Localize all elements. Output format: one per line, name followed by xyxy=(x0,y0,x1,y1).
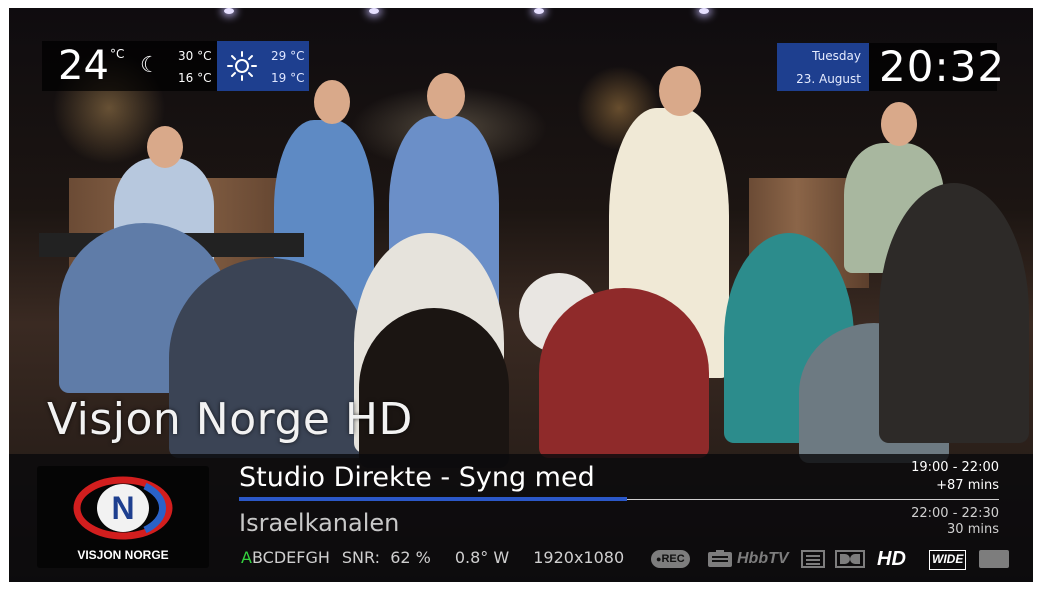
rec-icon: ●REC xyxy=(651,550,690,568)
audience-member xyxy=(539,288,709,458)
clock-widget: 20:32 xyxy=(869,43,1004,91)
tonight-low: 16 °C xyxy=(178,71,212,85)
current-program-remaining: +87 mins xyxy=(936,478,999,493)
tonight-high: 30 °C xyxy=(178,49,212,63)
sun-icon xyxy=(227,51,257,81)
snr-value: 62 % xyxy=(390,548,431,567)
audience-member xyxy=(879,183,1029,443)
resolution: 1920x1080 xyxy=(533,548,625,567)
moon-icon: ☾ xyxy=(140,53,160,78)
day-low: 19 °C xyxy=(271,71,305,85)
channel-logo: N VISJON NORGE xyxy=(37,466,209,568)
info-bar: N VISJON NORGE Studio Direkte - Syng med… xyxy=(9,454,1033,582)
dolby-icon xyxy=(835,550,865,568)
stage-light xyxy=(369,8,379,14)
weekday: Tuesday xyxy=(812,49,861,63)
date: 23. August xyxy=(796,72,861,86)
date-widget: Tuesday 23. August xyxy=(777,43,869,91)
ci-slots: BCDEFGH xyxy=(251,548,330,567)
current-temperature: 24 xyxy=(58,43,109,89)
subtitles-icon xyxy=(801,550,825,568)
day-high: 29 °C xyxy=(271,49,305,63)
musician-head xyxy=(147,126,183,168)
signal-status: ABCDEFGH SNR: 62 % 0.8° W 1920x1080 xyxy=(241,548,624,567)
current-program-time: 19:00 - 22:00 xyxy=(911,460,999,475)
stage-light xyxy=(534,8,544,14)
snr-label: SNR: xyxy=(341,548,381,567)
widescreen-icon: WIDE xyxy=(929,550,967,570)
aspect-icon xyxy=(979,550,1009,568)
stage-light xyxy=(224,8,234,14)
weather-widget: 24 °C ☾ 30 °C 16 °C 29 °C 19 °C xyxy=(42,41,309,91)
ci-slot-active: A xyxy=(241,548,252,567)
channel-logo-mark: N xyxy=(73,476,173,540)
musician-head xyxy=(427,73,465,119)
hd-icon: HD xyxy=(877,548,906,570)
next-program-duration: 30 mins xyxy=(947,522,999,537)
musician-head xyxy=(881,102,917,146)
next-program-time: 22:00 - 22:30 xyxy=(911,506,999,521)
next-program-title: Israelkanalen xyxy=(239,509,400,537)
hbbtv-icon: HbbTV xyxy=(737,550,789,567)
stage-light xyxy=(699,8,709,14)
musician-head xyxy=(314,80,350,124)
program-progress-fill xyxy=(239,497,627,501)
channel-logo-text: VISJON NORGE xyxy=(77,548,169,562)
temperature-unit: °C xyxy=(110,47,125,61)
teletext-icon xyxy=(708,550,732,567)
svg-text:N: N xyxy=(111,490,134,526)
current-program-title: Studio Direkte - Syng med xyxy=(239,462,595,493)
clock-time: 20:32 xyxy=(879,42,1006,91)
musician-head xyxy=(659,66,701,116)
tv-screen: 24 °C ☾ 30 °C 16 °C 29 °C 19 °C Tuesday … xyxy=(9,8,1033,582)
channel-name: Visjon Norge HD xyxy=(47,394,413,445)
day-forecast: 29 °C 19 °C xyxy=(217,41,309,91)
orbital-position: 0.8° W xyxy=(454,548,510,567)
